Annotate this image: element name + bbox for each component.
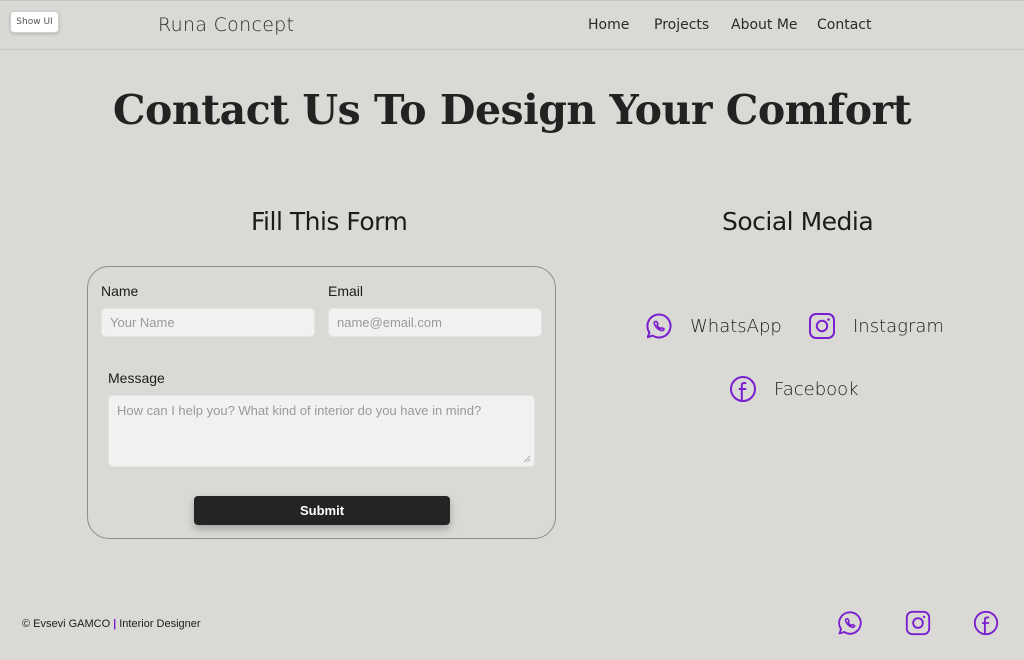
message-textarea[interactable]: How can I help you? What kind of interio… <box>108 395 535 467</box>
whatsapp-label: WhatsApp <box>690 315 782 337</box>
brand-logo[interactable]: Runa Concept <box>158 14 294 36</box>
footer-separator: | <box>113 618 117 630</box>
social-facebook[interactable]: Facebook <box>728 374 859 404</box>
contact-form: Name Email Your Name name@email.com Mess… <box>87 266 556 539</box>
email-label: Email <box>328 283 364 299</box>
name-label: Name <box>101 283 139 299</box>
header: Show UI Runa Concept Home Projects About… <box>0 0 1024 50</box>
instagram-icon <box>809 313 835 339</box>
social-whatsapp[interactable]: WhatsApp <box>644 311 782 341</box>
facebook-icon <box>730 376 756 402</box>
message-placeholder: How can I help you? What kind of interio… <box>117 403 482 418</box>
message-label: Message <box>108 370 165 386</box>
footer-instagram-icon[interactable] <box>904 609 932 637</box>
footer-copyright: © Evsevi GAMCO <box>22 618 111 630</box>
footer-role: Interior Designer <box>119 618 201 630</box>
footer-whatsapp-icon[interactable] <box>836 609 864 637</box>
nav-about-me[interactable]: About Me <box>731 17 798 33</box>
social-title: Social Media <box>722 207 874 236</box>
instagram-label: Instagram <box>853 315 944 337</box>
footer-facebook-icon[interactable] <box>972 609 1000 637</box>
email-input[interactable]: name@email.com <box>328 308 542 337</box>
nav-contact[interactable]: Contact <box>817 17 871 33</box>
whatsapp-icon <box>646 313 672 339</box>
name-input[interactable]: Your Name <box>101 308 315 337</box>
resize-handle-icon[interactable] <box>523 455 531 463</box>
show-ui-button[interactable]: Show UI <box>10 11 59 33</box>
nav-home[interactable]: Home <box>588 17 629 33</box>
form-title: Fill This Form <box>251 207 408 236</box>
social-instagram[interactable]: Instagram <box>807 311 944 341</box>
page-title: Contact Us To Design Your Comfort <box>112 86 912 134</box>
facebook-label: Facebook <box>774 378 859 400</box>
footer-credits: © Evsevi GAMCO | Interior Designer <box>22 618 201 630</box>
submit-button[interactable]: Submit <box>194 496 450 525</box>
nav-projects[interactable]: Projects <box>654 17 709 33</box>
